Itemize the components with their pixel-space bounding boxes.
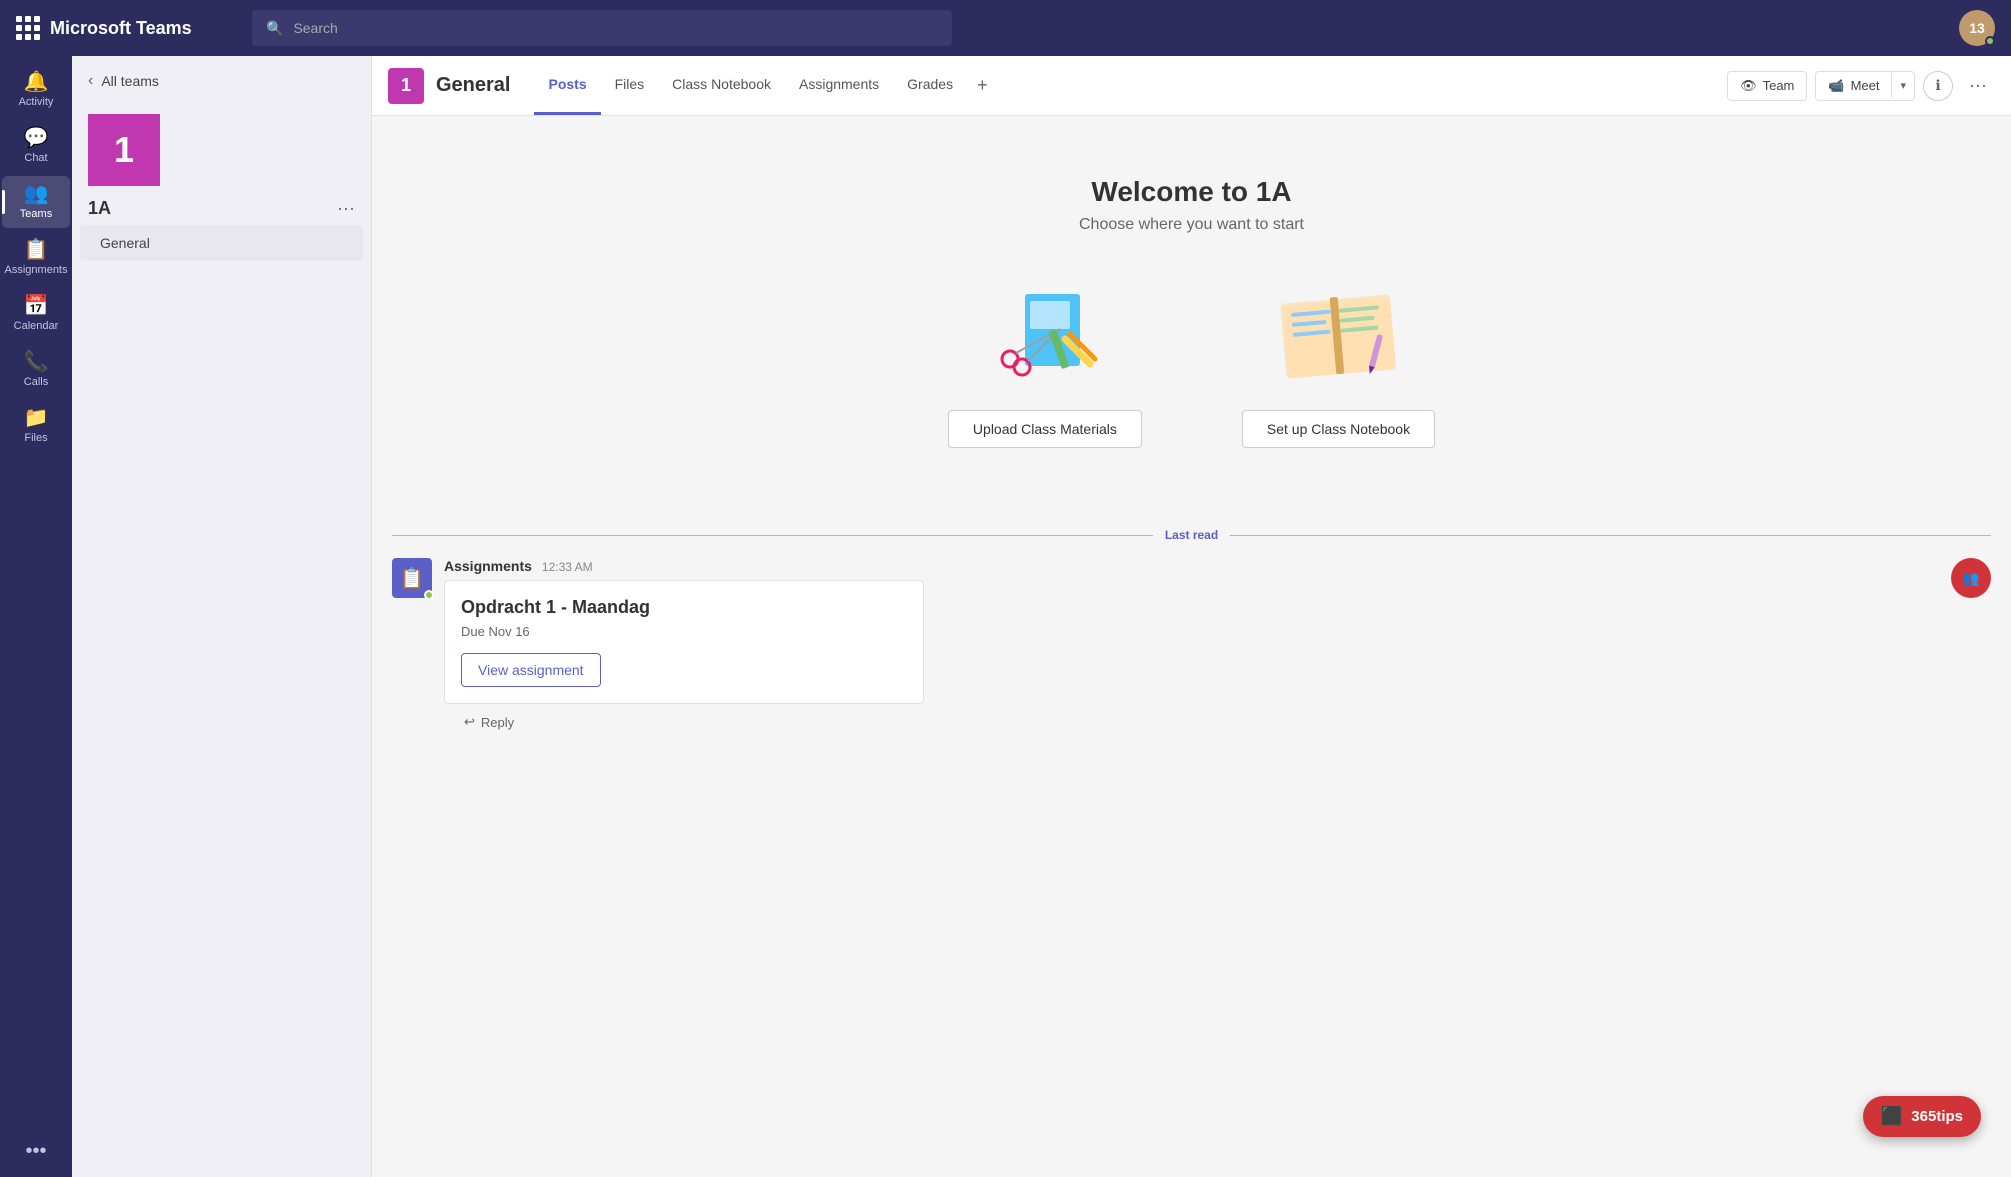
message-header: Assignments 12:33 AM [444, 558, 1939, 574]
files-icon: 📁 [24, 408, 49, 428]
welcome-title: Welcome to 1A [1091, 176, 1291, 208]
tab-bar: 1 General Posts Files Class Notebook Ass… [372, 56, 2011, 116]
view-assignment-button[interactable]: View assignment [461, 653, 601, 687]
tab-files[interactable]: Files [601, 56, 659, 115]
tab-class-notebook[interactable]: Class Notebook [658, 56, 785, 115]
message-sender: Assignments [444, 558, 532, 574]
divider-line-right [1230, 535, 1991, 536]
content-area: 1 General Posts Files Class Notebook Ass… [372, 56, 2011, 1177]
message-row: 📋 Assignments 12:33 AM Opdracht 1 - Maan… [392, 558, 1991, 704]
message-row-right: 👥 [1951, 558, 1991, 598]
activity-icon: 🔔 [24, 72, 49, 92]
reply-row[interactable]: ↩ Reply [444, 704, 1991, 740]
status-indicator [1985, 36, 1995, 46]
messages-area: 📋 Assignments 12:33 AM Opdracht 1 - Maan… [372, 558, 2011, 760]
office-icon: ⬛ [1881, 1106, 1903, 1127]
meet-dropdown-button[interactable]: ▾ [1891, 73, 1914, 98]
assignments-icon: 📋 [24, 240, 49, 260]
add-tab-button[interactable]: + [967, 56, 998, 115]
calendar-icon: 📅 [24, 296, 49, 316]
app-logo: Microsoft Teams [16, 16, 236, 40]
chat-icon: 💬 [24, 128, 49, 148]
tab-posts[interactable]: Posts [534, 56, 600, 115]
team-avatar: 1 [88, 114, 160, 186]
waffle-icon[interactable] [16, 16, 40, 40]
sidebar-item-assignments[interactable]: 📋 Assignments [2, 232, 70, 284]
calls-label: Calls [24, 376, 48, 388]
teams-icon: 👥 [24, 184, 49, 204]
tips-badge[interactable]: ⬛ 365tips [1863, 1096, 1981, 1137]
tab-nav: Posts Files Class Notebook Assignments G… [534, 56, 997, 115]
notebook-card: Set up Class Notebook [1242, 274, 1435, 448]
team-name: 1A [88, 198, 111, 219]
teams-panel: ‹ All teams 1 1A ··· General [72, 56, 372, 1177]
more-options-button[interactable]: ··· [1961, 71, 1995, 100]
tab-bar-right: 👁 Team 📹 Meet ▾ ℹ ··· [1727, 71, 1995, 101]
notebook-illustration [1268, 274, 1408, 394]
chat-label: Chat [24, 152, 47, 164]
team-name-row: 1A ··· [72, 186, 371, 223]
sidebar-item-more[interactable]: ••• [2, 1133, 70, 1169]
tab-grades[interactable]: Grades [893, 56, 967, 115]
sidebar-item-teams[interactable]: 👥 Teams [2, 176, 70, 228]
activity-label: Activity [19, 96, 54, 108]
team-button[interactable]: 👁 Team [1727, 71, 1807, 101]
sidebar-item-chat[interactable]: 💬 Chat [2, 120, 70, 172]
main-layout: 🔔 Activity 💬 Chat 👥 Teams 📋 Assignments … [0, 56, 2011, 1177]
tab-assignments[interactable]: Assignments [785, 56, 893, 115]
sidebar-item-calendar[interactable]: 📅 Calendar [2, 288, 70, 340]
reply-arrow-icon: ↩ [464, 714, 475, 730]
welcome-subtitle: Choose where you want to start [1079, 216, 1304, 234]
back-arrow-icon: ‹ [88, 72, 93, 90]
info-button[interactable]: ℹ [1923, 71, 1953, 101]
sender-avatar: 📋 [392, 558, 432, 598]
divider-line-left [392, 535, 1153, 536]
eye-icon: 👁 [1740, 78, 1757, 94]
sidebar: 🔔 Activity 💬 Chat 👥 Teams 📋 Assignments … [0, 56, 72, 1177]
calls-icon: 📞 [24, 352, 49, 372]
upload-materials-button[interactable]: Upload Class Materials [948, 410, 1142, 448]
search-bar[interactable]: 🔍 [252, 10, 952, 46]
sidebar-item-calls[interactable]: 📞 Calls [2, 344, 70, 396]
teams-label: Teams [20, 208, 52, 220]
topbar: Microsoft Teams 🔍 13 [0, 0, 2011, 56]
all-teams-label: All teams [101, 73, 159, 89]
welcome-section: Welcome to 1A Choose where you want to s… [372, 116, 2011, 528]
video-icon: 📹 [1828, 78, 1844, 94]
message-time: 12:33 AM [542, 560, 593, 574]
calendar-label: Calendar [14, 320, 59, 332]
channel-general[interactable]: General [80, 225, 363, 261]
more-icon: ••• [25, 1141, 46, 1161]
user-avatar[interactable]: 13 [1959, 10, 1995, 46]
sidebar-item-activity[interactable]: 🔔 Activity [2, 64, 70, 116]
team-options-button[interactable]: ··· [337, 198, 355, 219]
channel-title: General [436, 74, 510, 97]
app-title: Microsoft Teams [50, 18, 192, 39]
meet-now-button[interactable]: 📹 Meet [1816, 72, 1891, 100]
last-read-label: Last read [1165, 528, 1218, 542]
message-card: Opdracht 1 - Maandag Due Nov 16 View ass… [444, 580, 924, 704]
online-indicator [424, 590, 434, 600]
setup-notebook-button[interactable]: Set up Class Notebook [1242, 410, 1435, 448]
assignment-due: Due Nov 16 [461, 624, 907, 639]
search-icon: 🔍 [266, 20, 283, 37]
upload-illustration [975, 274, 1115, 394]
team-badge: 1 [388, 68, 424, 104]
last-read-divider: Last read [372, 528, 2011, 542]
assignments-label: Assignments [5, 264, 68, 276]
content-scroll: Welcome to 1A Choose where you want to s… [372, 116, 2011, 1177]
sidebar-item-files[interactable]: 📁 Files [2, 400, 70, 452]
welcome-actions: Upload Class Materials [948, 274, 1435, 448]
topbar-right: 13 [1959, 10, 1995, 46]
reply-label: Reply [481, 715, 514, 730]
assignment-title: Opdracht 1 - Maandag [461, 597, 907, 618]
search-input[interactable] [293, 20, 938, 36]
message-content: Assignments 12:33 AM Opdracht 1 - Maanda… [444, 558, 1939, 704]
upload-materials-card: Upload Class Materials [948, 274, 1142, 448]
files-label: Files [24, 432, 47, 444]
tips-label: 365tips [1911, 1108, 1963, 1125]
meet-button-group: 📹 Meet ▾ [1815, 71, 1915, 101]
recipient-avatar: 👥 [1951, 558, 1991, 598]
all-teams-back[interactable]: ‹ All teams [72, 56, 371, 106]
